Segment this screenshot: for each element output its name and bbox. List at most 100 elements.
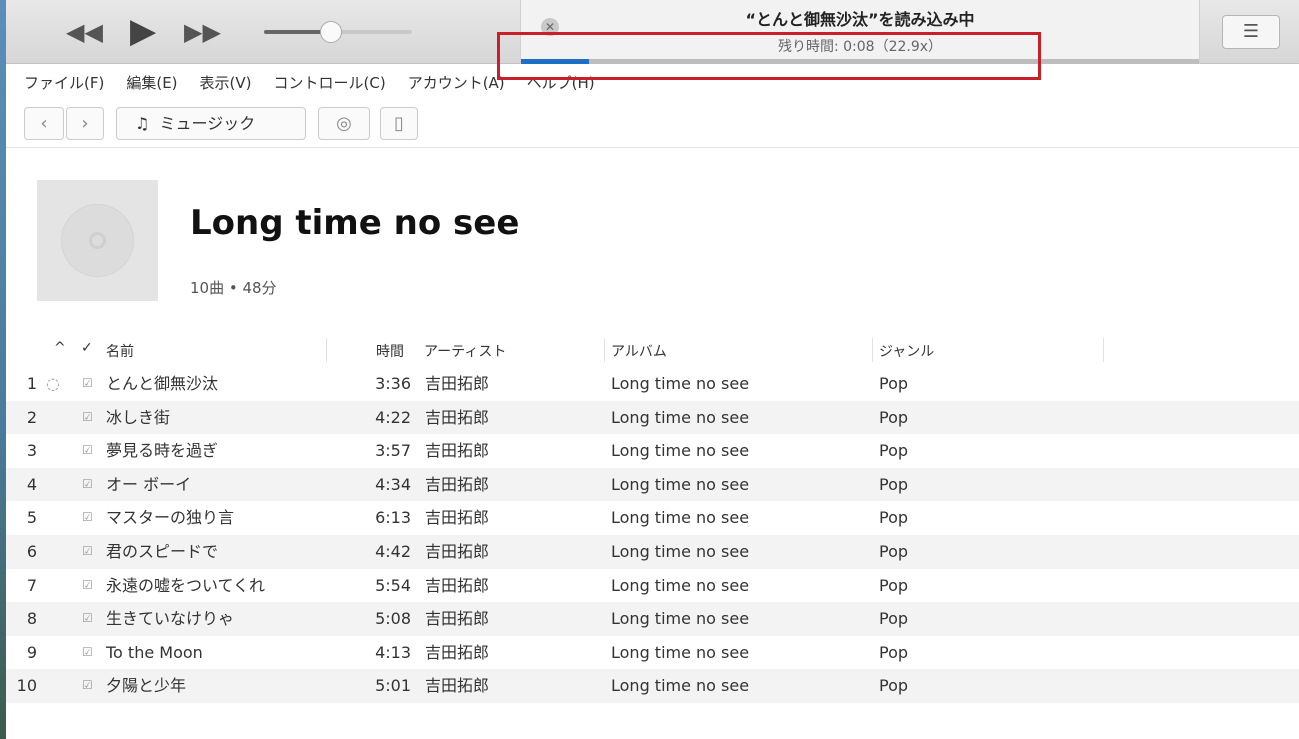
track-name: とんと御無沙汰 <box>106 374 219 393</box>
table-row[interactable]: 3 ☑ 夢見る時を過ぎ 3:57 吉田拓郎 Long time no see Pop <box>6 434 1299 468</box>
column-genre[interactable]: ジャンル <box>879 341 934 361</box>
table-row[interactable]: 9 ☑ To the Moon 4:13 吉田拓郎 Long time no see Pop <box>6 636 1299 670</box>
track-album: Long time no see <box>611 541 750 561</box>
table-row[interactable]: 1 ◌ ☑ とんと御無沙汰 3:36 吉田拓郎 Long time no see Pop <box>6 367 1299 401</box>
table-row[interactable]: 7 ☑ 永遠の嘘をついてくれ 5:54 吉田拓郎 Long time no see Pop <box>6 569 1299 603</box>
track-artist: 吉田拓郎 <box>425 474 490 494</box>
track-genre: Pop <box>879 642 909 662</box>
track-time: 3:57 <box>375 441 411 461</box>
track-checkbox[interactable]: ☑ <box>82 468 93 502</box>
back-button[interactable]: ‹ <box>24 107 64 140</box>
menu-controls[interactable]: コントロール(C) <box>274 72 386 93</box>
track-artist: 吉田拓郎 <box>425 575 490 595</box>
table-header: ^ ✓ 名前 時間 アーティスト アルバム ジャンル <box>6 334 1299 366</box>
column-time[interactable]: 時間 <box>376 341 404 361</box>
track-genre: Pop <box>879 676 909 696</box>
highlight-box <box>497 32 1041 80</box>
track-checkbox[interactable]: ☑ <box>82 501 93 535</box>
table-row[interactable]: 10 ☑ 夕陽と少年 5:01 吉田拓郎 Long time no see Pop <box>6 669 1299 703</box>
track-time: 4:13 <box>375 642 411 662</box>
track-checkbox[interactable]: ☑ <box>82 569 93 603</box>
track-album: Long time no see <box>611 609 750 629</box>
track-number: 9 <box>26 642 37 662</box>
disc-icon: ◎ <box>336 113 352 134</box>
table-row[interactable]: 4 ☑ オー ボーイ 4:34 吉田拓郎 Long time no see Pop <box>6 467 1299 502</box>
track-name: 君のスピードで <box>106 541 219 561</box>
track-artist: 吉田拓郎 <box>425 374 490 393</box>
phone-icon: ▯ <box>394 113 404 134</box>
track-name: 生きていなけりゃ <box>106 609 235 629</box>
track-artist: 吉田拓郎 <box>425 407 490 427</box>
music-note-icon: ♫ <box>135 114 150 133</box>
track-artist: 吉田拓郎 <box>425 541 490 561</box>
table-row[interactable]: 5 ☑ マスターの独り言 6:13 吉田拓郎 Long time no see Pop <box>6 501 1299 535</box>
fast-forward-icon[interactable]: ▶▶ <box>184 20 221 44</box>
track-album: Long time no see <box>611 374 750 393</box>
menu-view[interactable]: 表示(V) <box>200 72 252 93</box>
track-checkbox[interactable]: ☑ <box>82 669 93 703</box>
forward-button[interactable]: › <box>66 107 104 140</box>
sort-indicator[interactable]: ^ <box>54 340 66 356</box>
track-genre: Pop <box>879 508 909 528</box>
track-number: 1 <box>26 374 37 393</box>
column-artist[interactable]: アーティスト <box>424 341 506 361</box>
itunes-store-button[interactable]: ◎ <box>318 107 370 140</box>
track-number: 5 <box>26 508 37 528</box>
menu-account[interactable]: アカウント(A) <box>408 72 505 93</box>
track-number: 2 <box>26 407 37 427</box>
track-time: 4:34 <box>375 474 411 494</box>
table-row[interactable]: 2 ☑ 冰しき街 4:22 吉田拓郎 Long time no see Pop <box>6 400 1299 435</box>
album-artwork <box>37 180 158 301</box>
track-name: 永遠の嘘をついてくれ <box>106 575 266 595</box>
track-genre: Pop <box>879 441 909 461</box>
album-title: Long time no see <box>190 203 520 243</box>
track-genre: Pop <box>879 374 909 393</box>
table-row[interactable]: 6 ☑ 君のスピードで 4:42 吉田拓郎 Long time no see Pop <box>6 534 1299 569</box>
track-name: オー ボーイ <box>106 474 192 494</box>
track-album: Long time no see <box>611 407 750 427</box>
list-view-button[interactable]: ☰ <box>1222 15 1280 49</box>
track-album: Long time no see <box>611 508 750 528</box>
track-checkbox[interactable]: ☑ <box>82 401 93 435</box>
list-icon: ☰ <box>1242 21 1260 42</box>
play-icon[interactable]: ▶ <box>130 14 156 48</box>
track-time: 3:36 <box>375 374 411 393</box>
column-album[interactable]: アルバム <box>611 341 667 361</box>
track-artist: 吉田拓郎 <box>425 642 490 662</box>
menu-edit[interactable]: 編集(E) <box>126 72 177 93</box>
track-time: 4:22 <box>375 407 411 427</box>
track-checkbox[interactable]: ☑ <box>82 602 93 636</box>
track-time: 5:08 <box>375 609 411 629</box>
track-name: 冰しき街 <box>106 407 171 427</box>
table-row[interactable]: 8 ☑ 生きていなけりゃ 5:08 吉田拓郎 Long time no see Pop <box>6 602 1299 636</box>
track-artist: 吉田拓郎 <box>425 676 490 696</box>
track-checkbox[interactable]: ☑ <box>82 636 93 670</box>
toolbar: ‹ › ♫ ミュージック ◎ ▯ <box>6 104 1299 148</box>
track-checkbox[interactable]: ☑ <box>82 535 93 569</box>
device-button[interactable]: ▯ <box>380 107 418 140</box>
track-album: Long time no see <box>611 474 750 494</box>
track-artist: 吉田拓郎 <box>425 441 490 461</box>
column-check[interactable]: ✓ <box>81 340 93 356</box>
track-genre: Pop <box>879 609 909 629</box>
track-name: 夢見る時を過ぎ <box>106 441 219 461</box>
rewind-icon[interactable]: ◀◀ <box>66 20 103 44</box>
track-number: 8 <box>26 609 37 629</box>
track-name: 夕陽と少年 <box>106 676 187 696</box>
track-list: 1 ◌ ☑ とんと御無沙汰 3:36 吉田拓郎 Long time no see Pop 2 ☑ 冰… <box>6 367 1299 703</box>
track-number: 7 <box>26 575 37 595</box>
track-genre: Pop <box>879 407 909 427</box>
volume-knob[interactable] <box>320 21 342 43</box>
loading-spinner-icon: ◌ <box>46 374 60 393</box>
status-title: “とんと御無沙汰”を読み込み中 <box>745 10 975 29</box>
track-number: 4 <box>26 474 37 494</box>
menu-file[interactable]: ファイル(F) <box>24 72 104 93</box>
track-album: Long time no see <box>611 676 750 696</box>
library-selector[interactable]: ♫ ミュージック <box>116 107 306 140</box>
track-time: 5:54 <box>375 575 411 595</box>
track-album: Long time no see <box>611 642 750 662</box>
track-checkbox[interactable]: ☑ <box>82 367 93 401</box>
track-checkbox[interactable]: ☑ <box>82 434 93 468</box>
track-number: 3 <box>26 441 37 461</box>
column-name[interactable]: 名前 <box>106 341 134 361</box>
